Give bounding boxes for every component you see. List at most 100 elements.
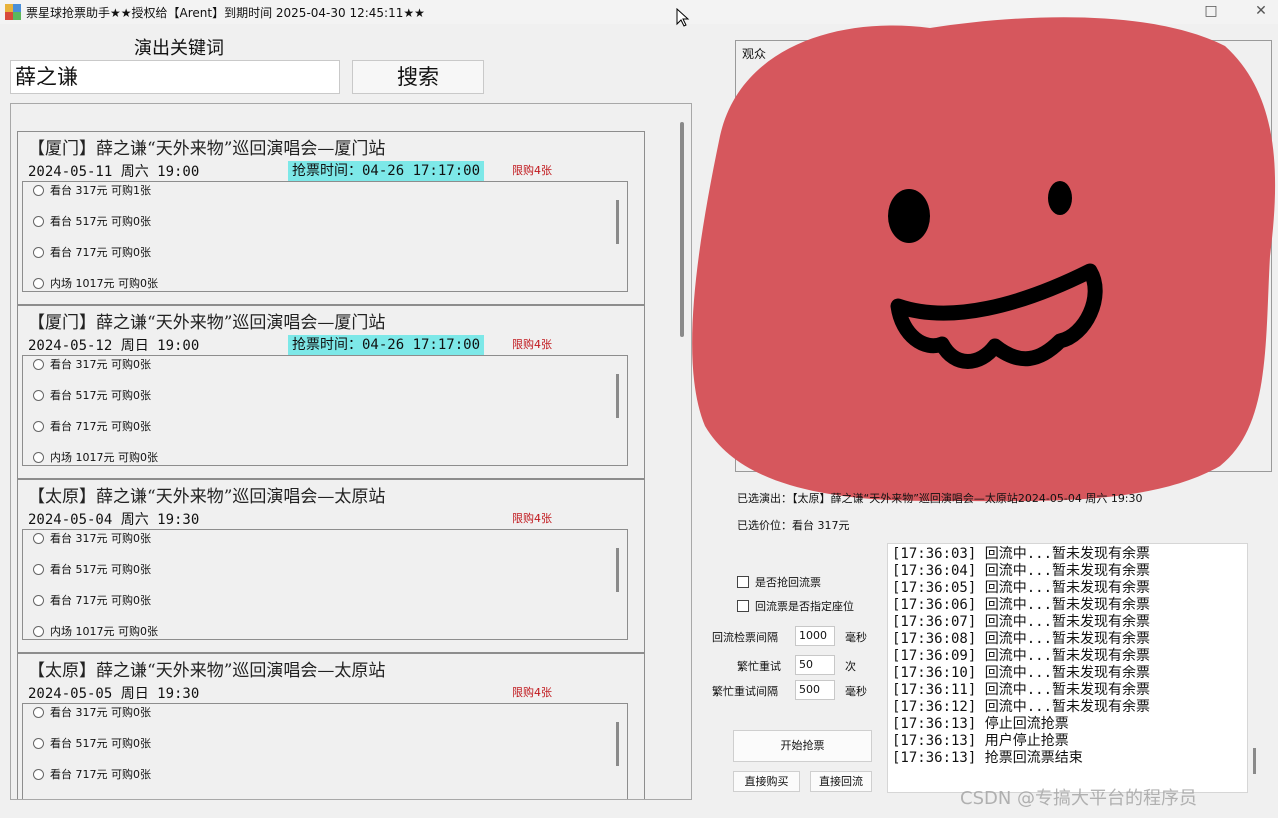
log-line: [17:36:03] 回流中...暂未发现有余票 bbox=[892, 546, 1151, 562]
event-title: 【太原】薛之谦“天外来物”巡回演唱会—太原站 bbox=[28, 487, 386, 507]
event-card[interactable]: 【太原】薛之谦“天外来物”巡回演唱会—太原站 2024-05-05 周日 19:3… bbox=[17, 653, 645, 799]
log-line: [17:36:11] 回流中...暂未发现有余票 bbox=[892, 682, 1151, 698]
keyword-input[interactable]: 薛之谦 bbox=[10, 60, 340, 94]
price-option-label: 看台 717元 可购0张 bbox=[50, 768, 151, 781]
log-line: [17:36:06] 回流中...暂未发现有余票 bbox=[892, 597, 1151, 613]
radio-button[interactable] bbox=[33, 452, 44, 463]
radio-button[interactable] bbox=[33, 626, 44, 637]
log-line: [17:36:05] 回流中...暂未发现有余票 bbox=[892, 580, 1151, 596]
radio-button[interactable] bbox=[33, 390, 44, 401]
retry-unit: 次 bbox=[845, 660, 856, 673]
radio-button[interactable] bbox=[33, 595, 44, 606]
log-line: [17:36:10] 回流中...暂未发现有余票 bbox=[892, 665, 1151, 681]
app-icon bbox=[5, 4, 21, 20]
price-option[interactable]: 看台 317元 可购1张 bbox=[33, 182, 151, 200]
price-list-scrollbar[interactable] bbox=[616, 374, 619, 418]
seat-checkbox[interactable] bbox=[737, 600, 749, 612]
log-line: [17:36:13] 抢票回流票结束 bbox=[892, 750, 1083, 766]
price-option[interactable]: 内场 1017元 可购0张 bbox=[33, 623, 158, 639]
resale-checkbox-row[interactable]: 是否抢回流票 bbox=[737, 574, 821, 590]
seat-checkbox-row[interactable]: 回流票是否指定座位 bbox=[737, 598, 854, 614]
radio-button[interactable] bbox=[33, 359, 44, 370]
event-title: 【厦门】薛之谦“天外来物”巡回演唱会—厦门站 bbox=[28, 313, 386, 333]
log-scrollbar[interactable] bbox=[1253, 748, 1256, 774]
retry-interval-label: 繁忙重试间隔 bbox=[712, 685, 778, 698]
log-output[interactable]: [17:36:03] 回流中...暂未发现有余票 [17:36:04] 回流中..… bbox=[887, 543, 1248, 793]
price-option[interactable]: 看台 317元 可购0张 bbox=[33, 704, 151, 722]
price-list[interactable]: 看台 317元 可购0张看台 517元 可购0张 看台 717元 可购0张 bbox=[22, 703, 628, 799]
radio-button[interactable] bbox=[33, 564, 44, 575]
price-option-label: 内场 1017元 可购0张 bbox=[50, 451, 158, 464]
event-card[interactable]: 【太原】薛之谦“天外来物”巡回演唱会—太原站 2024-05-04 周六 19:3… bbox=[17, 479, 645, 653]
radio-button[interactable] bbox=[33, 707, 44, 718]
log-line: [17:36:04] 回流中...暂未发现有余票 bbox=[892, 563, 1151, 579]
price-list-scrollbar[interactable] bbox=[616, 200, 619, 244]
retry-input[interactable]: 50 bbox=[795, 655, 835, 675]
sticker-overlay bbox=[692, 17, 1276, 502]
event-card[interactable]: 【厦门】薛之谦“天外来物”巡回演唱会—厦门站 2024-05-11 周六 19:0… bbox=[17, 131, 645, 305]
price-option[interactable]: 内场 1017元 可购0张 bbox=[33, 275, 158, 291]
event-title: 【厦门】薛之谦“天外来物”巡回演唱会—厦门站 bbox=[28, 139, 386, 159]
price-list-scrollbar[interactable] bbox=[616, 722, 619, 766]
price-option[interactable]: 看台 517元 可购0张 bbox=[33, 213, 151, 231]
price-list[interactable]: 看台 317元 可购0张看台 517元 可购0张看台 717元 可购0张内场 1… bbox=[22, 355, 628, 466]
purchase-limit: 限购4张 bbox=[512, 686, 552, 699]
price-option-label: 看台 517元 可购0张 bbox=[50, 563, 151, 576]
price-list[interactable]: 看台 317元 可购1张 看台 517元 可购0张看台 717元 可购0张内场 1… bbox=[22, 181, 628, 292]
price-option-label: 看台 517元 可购0张 bbox=[50, 389, 151, 402]
event-date: 2024-05-05 周日 19:30 bbox=[28, 686, 200, 702]
retry-interval-unit: 毫秒 bbox=[845, 685, 867, 698]
price-option-label: 看台 717元 可购0张 bbox=[50, 594, 151, 607]
resale-checkbox[interactable] bbox=[737, 576, 749, 588]
price-option[interactable]: 看台 717元 可购0张 bbox=[33, 592, 151, 610]
radio-button[interactable] bbox=[33, 278, 44, 289]
price-option[interactable]: 看台 317元 可购0张 bbox=[33, 356, 151, 374]
price-option[interactable]: 看台 517元 可购0张 bbox=[33, 387, 151, 405]
price-option-label: 看台 317元 可购0张 bbox=[50, 532, 151, 545]
price-list[interactable]: 看台 317元 可购0张 看台 517元 可购0张 看台 717元 可购0张 内场 1… bbox=[22, 529, 628, 640]
interval-input[interactable]: 1000 bbox=[795, 626, 835, 646]
radio-button[interactable] bbox=[33, 247, 44, 258]
radio-button[interactable] bbox=[33, 185, 44, 196]
selected-price: 已选价位：看台 317元 bbox=[737, 519, 850, 532]
direct-buy-button[interactable]: 直接购买 bbox=[733, 771, 800, 792]
price-option[interactable]: 看台 717元 可购0张 bbox=[33, 418, 151, 436]
direct-resale-button[interactable]: 直接回流 bbox=[810, 771, 872, 792]
purchase-limit: 限购4张 bbox=[512, 164, 552, 177]
radio-button[interactable] bbox=[33, 216, 44, 227]
price-option-label: 内场 1017元 可购0张 bbox=[50, 277, 158, 290]
window-title: 票星球抢票助手★★授权给【Arent】到期时间 2025-04-30 12:45… bbox=[26, 6, 425, 20]
price-option-label: 看台 517元 可购0张 bbox=[50, 215, 151, 228]
event-date: 2024-05-04 周六 19:30 bbox=[28, 512, 200, 528]
log-line: [17:36:07] 回流中...暂未发现有余票 bbox=[892, 614, 1151, 630]
price-option[interactable]: 看台 517元 可购0张 bbox=[33, 561, 151, 579]
purchase-limit: 限购4张 bbox=[512, 338, 552, 351]
price-option[interactable]: 内场 1017元 可购0张 bbox=[33, 449, 158, 465]
sale-time-badge: 抢票时间：04-26 17:17:00 bbox=[288, 335, 485, 355]
retry-interval-input[interactable]: 500 bbox=[795, 680, 835, 700]
event-date: 2024-05-11 周六 19:00 bbox=[28, 164, 200, 180]
price-option-label: 内场 1017元 可购0张 bbox=[50, 625, 158, 638]
event-date: 2024-05-12 周日 19:00 bbox=[28, 338, 200, 354]
seat-checkbox-label: 回流票是否指定座位 bbox=[755, 600, 854, 613]
event-card[interactable]: 【厦门】薛之谦“天外来物”巡回演唱会—厦门站 2024-05-12 周日 19:0… bbox=[17, 305, 645, 479]
price-option[interactable]: 看台 317元 可购0张 bbox=[33, 530, 151, 548]
radio-button[interactable] bbox=[33, 421, 44, 432]
retry-label: 繁忙重试 bbox=[737, 660, 781, 673]
price-option-label: 看台 317元 可购1张 bbox=[50, 184, 151, 197]
interval-label: 回流检票间隔 bbox=[712, 631, 778, 644]
search-button[interactable]: 搜索 bbox=[352, 60, 484, 94]
price-option[interactable]: 看台 517元 可购0张 bbox=[33, 735, 151, 753]
radio-button[interactable] bbox=[33, 533, 44, 544]
log-line: [17:36:13] 停止回流抢票 bbox=[892, 716, 1069, 732]
price-option[interactable]: 看台 717元 可购0张 bbox=[33, 244, 151, 262]
price-list-scrollbar[interactable] bbox=[616, 548, 619, 592]
price-option[interactable]: 看台 717元 可购0张 bbox=[33, 766, 151, 784]
log-line: [17:36:12] 回流中...暂未发现有余票 bbox=[892, 699, 1151, 715]
radio-button[interactable] bbox=[33, 738, 44, 749]
radio-button[interactable] bbox=[33, 769, 44, 780]
start-grab-button[interactable]: 开始抢票 bbox=[733, 730, 872, 762]
price-option-label: 看台 517元 可购0张 bbox=[50, 737, 151, 750]
event-list[interactable]: 【厦门】薛之谦“天外来物”巡回演唱会—厦门站 2024-05-11 周六 19:0… bbox=[10, 103, 692, 800]
purchase-limit: 限购4张 bbox=[512, 512, 552, 525]
